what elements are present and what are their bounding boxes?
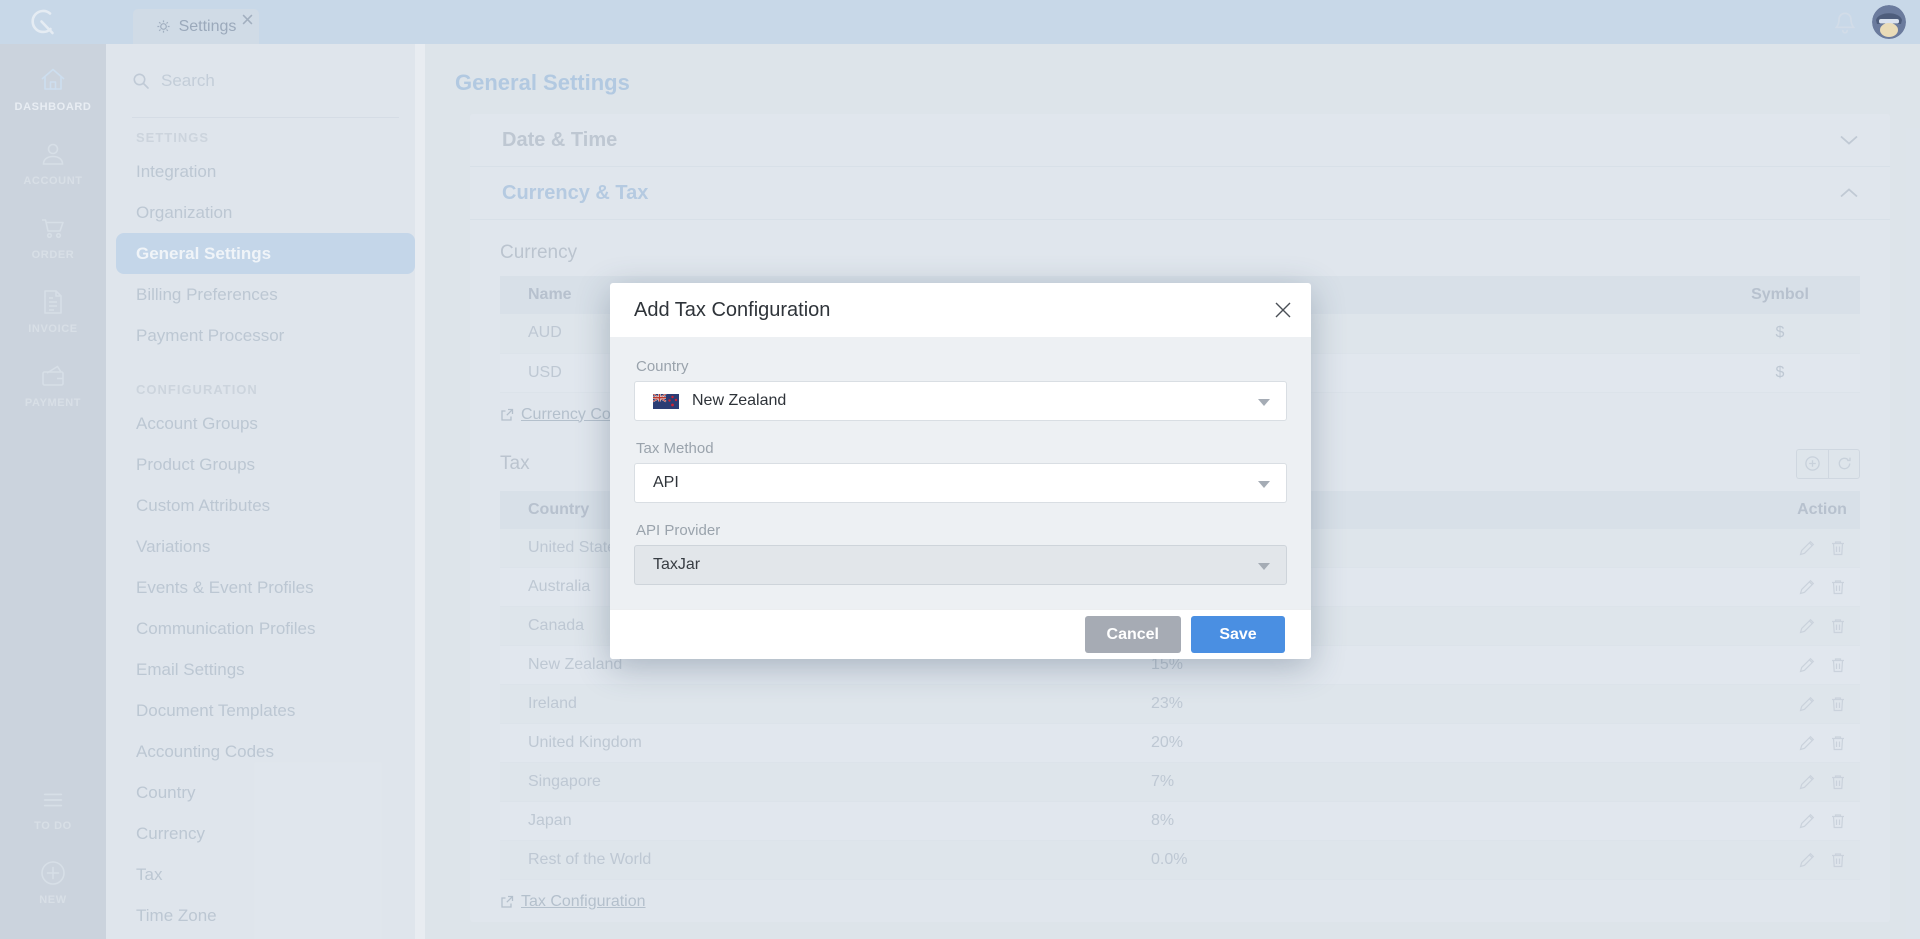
tax-method-field-label: Tax Method [636, 441, 1287, 456]
add-tax-configuration-modal: Add Tax Configuration Country [610, 283, 1311, 659]
modal-title: Add Tax Configuration [634, 299, 830, 322]
chevron-down-icon [1258, 399, 1270, 406]
country-select[interactable]: New Zealand [634, 381, 1287, 421]
country-select-value: New Zealand [692, 392, 786, 410]
country-field-label: Country [636, 359, 1287, 374]
chevron-down-icon [1258, 563, 1270, 570]
tax-method-select[interactable]: API [634, 463, 1287, 503]
new-zealand-flag-icon [653, 394, 679, 409]
api-provider-select-value: TaxJar [653, 556, 700, 574]
api-provider-field-label: API Provider [636, 523, 1287, 538]
cancel-button[interactable]: Cancel [1085, 616, 1181, 653]
chevron-down-icon [1258, 481, 1270, 488]
close-icon[interactable] [1271, 298, 1295, 322]
api-provider-select: TaxJar [634, 545, 1287, 585]
tax-method-select-value: API [653, 474, 679, 492]
save-button[interactable]: Save [1191, 616, 1285, 653]
